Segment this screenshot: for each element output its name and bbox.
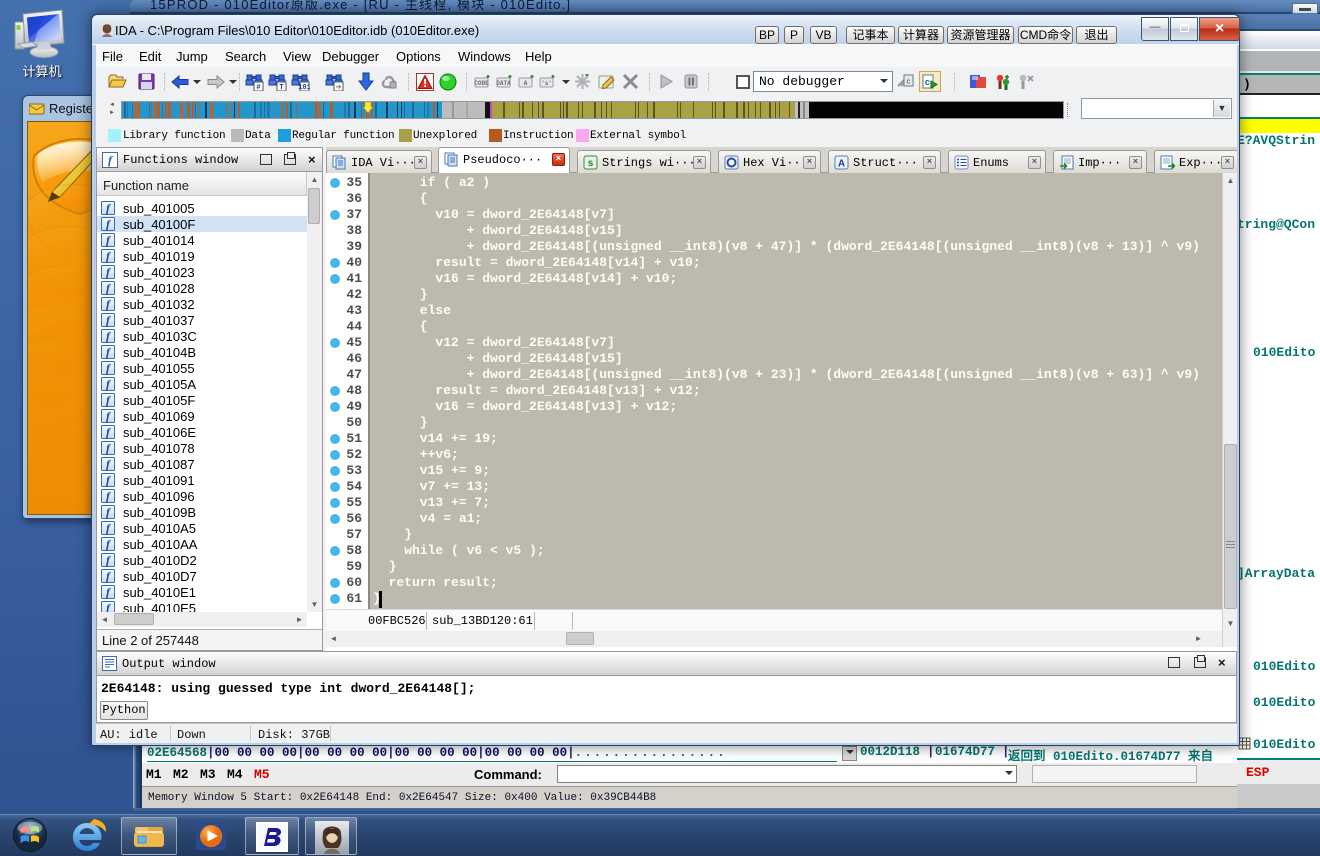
svg-text:c: c	[925, 78, 930, 88]
svg-text:A: A	[838, 159, 845, 170]
svg-text:DATA: DATA	[496, 80, 511, 87]
svg-text:c: c	[906, 79, 910, 87]
svg-text:➔: ➔	[336, 84, 342, 91]
svg-text:A: A	[524, 80, 528, 87]
svg-text:CODE: CODE	[474, 80, 489, 87]
svg-text:#: #	[256, 84, 260, 91]
svg-text:'s': 's'	[541, 80, 552, 87]
svg-text:101: 101	[298, 84, 310, 91]
svg-text:s: s	[587, 159, 593, 170]
svg-text:T: T	[279, 84, 283, 91]
